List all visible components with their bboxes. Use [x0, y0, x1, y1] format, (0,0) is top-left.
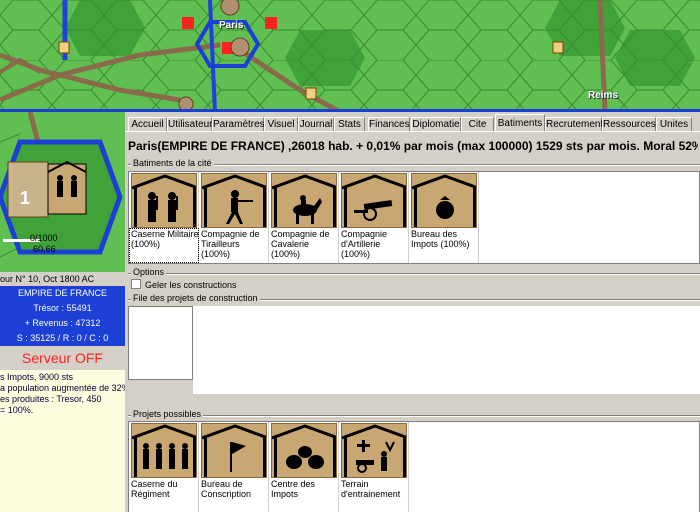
- world-map[interactable]: Paris Reims: [0, 0, 700, 112]
- treasury: Trésor : 55491: [33, 303, 92, 313]
- building-tirailleurs[interactable]: Compagnie de Tirailleurs (100%): [199, 172, 269, 263]
- project-terrain-entrainement[interactable]: Terrain d'entrainement: [339, 422, 409, 512]
- project-label: Bureau de Conscription: [201, 479, 252, 499]
- city-label-reims[interactable]: Reims: [588, 90, 618, 101]
- construction-queue-list[interactable]: [128, 306, 193, 380]
- building-artillerie[interactable]: Compagnie d'Artillerie (100%): [339, 172, 409, 263]
- freeze-label: Geler les constructions: [145, 280, 237, 290]
- possible-title: Projets possibles: [131, 409, 204, 419]
- infantry-icon: [131, 423, 197, 478]
- tab-cite[interactable]: Cite: [461, 117, 494, 131]
- tab-visuel[interactable]: Visuel: [264, 117, 298, 131]
- tab-journal[interactable]: Journal: [298, 117, 334, 131]
- left-panel: 1 0/1000 60,66 our N° 10, Oct 1800 AC EM…: [0, 112, 125, 512]
- empire-name: EMPIRE DE FRANCE: [17, 288, 107, 298]
- revenue: + Revenus : 47312: [24, 318, 101, 328]
- stack-sub: 60,66: [33, 244, 56, 254]
- buildings-list[interactable]: Caserne Militaire (100%) Compagnie de Ti…: [128, 171, 700, 264]
- message-log: s Impots, 9000 sts a population augmenté…: [0, 370, 125, 416]
- message-line: s Impots, 9000 sts: [0, 372, 74, 382]
- tab-diplomatie[interactable]: Diplomatie: [411, 117, 461, 131]
- message-line: = 100%.: [0, 405, 34, 415]
- possible-projects-list[interactable]: Caserne du Régiment Bureau de Conscripti…: [128, 421, 700, 512]
- project-centre-impots[interactable]: Centre des Impots: [269, 422, 339, 512]
- options-title: Options: [131, 267, 167, 277]
- queue-title: File des projets de construction: [131, 293, 260, 303]
- project-label: Centre des Impots: [271, 479, 316, 499]
- city-label-paris[interactable]: Paris: [219, 20, 243, 31]
- building-caserne-militaire[interactable]: Caserne Militaire (100%): [129, 172, 199, 263]
- training-icon: [341, 423, 407, 478]
- money-bag-icon: [411, 173, 477, 228]
- project-label: Caserne du Régiment: [131, 479, 178, 499]
- server-status[interactable]: Serveur OFF: [0, 346, 125, 370]
- money-bags-icon: [271, 423, 337, 478]
- building-label: Compagnie de Cavalerie (100%): [271, 229, 330, 259]
- buildings-title: Batiments de la cité: [131, 158, 214, 168]
- building-label: Bureau des Impots (100%): [411, 229, 470, 249]
- tab-bar: Accueil Utilisateur Paramètres Visuel Jo…: [125, 114, 700, 132]
- message-line: a population augmentée de 32%: [0, 383, 125, 393]
- tab-utilisateur[interactable]: Utilisateur: [167, 117, 212, 131]
- flag-icon: [201, 423, 267, 478]
- message-line: es produites : Tresor, 450: [0, 394, 102, 404]
- empire-stats: S : 35125 / R : 0 / C : 0: [16, 333, 109, 343]
- project-label: Terrain d'entrainement: [341, 479, 401, 499]
- empire-info: EMPIRE DE FRANCE Trésor : 55491 + Revenu…: [0, 286, 125, 346]
- building-bureau-impots[interactable]: Bureau des Impots (100%): [409, 172, 479, 263]
- project-bureau-conscription[interactable]: Bureau de Conscription: [199, 422, 269, 512]
- city-header: Paris(EMPIRE DE FRANCE) ,26018 hab. + 0,…: [128, 139, 698, 153]
- cannon-icon: [341, 173, 407, 228]
- building-label: Caserne Militaire (100%): [131, 229, 199, 249]
- tab-recrutement[interactable]: Recrutement: [545, 117, 603, 131]
- tab-parametres[interactable]: Paramètres: [212, 117, 265, 131]
- tab-accueil[interactable]: Accueil: [128, 117, 167, 131]
- selected-hex-graphic: 1: [0, 112, 125, 272]
- building-label: Compagnie d'Artillerie (100%): [341, 229, 388, 259]
- freeze-checkbox[interactable]: [131, 279, 141, 289]
- city-panel: Accueil Utilisateur Paramètres Visuel Jo…: [125, 112, 700, 512]
- tab-finances[interactable]: Finances: [368, 117, 410, 131]
- svg-text:1: 1: [20, 188, 30, 208]
- queue-area: [193, 306, 700, 394]
- stack-count: 0/1000: [30, 233, 58, 243]
- skirmisher-icon: [201, 173, 267, 228]
- tab-unites[interactable]: Unites: [656, 117, 692, 131]
- tab-stats[interactable]: Stats: [334, 117, 365, 131]
- building-cavalerie[interactable]: Compagnie de Cavalerie (100%): [269, 172, 339, 263]
- infantry-icon: [131, 173, 197, 228]
- cavalry-icon: [271, 173, 337, 228]
- freeze-construction-row[interactable]: Geler les constructions: [131, 279, 237, 290]
- building-label: Compagnie de Tirailleurs (100%): [201, 229, 260, 259]
- turn-label: our N° 10, Oct 1800 AC: [0, 272, 125, 286]
- tab-batiments[interactable]: Batiments: [495, 114, 545, 131]
- tab-ressources[interactable]: Ressources: [602, 117, 656, 131]
- selected-hex-view[interactable]: 1 0/1000 60,66: [0, 112, 125, 272]
- project-caserne-regiment[interactable]: Caserne du Régiment: [129, 422, 199, 512]
